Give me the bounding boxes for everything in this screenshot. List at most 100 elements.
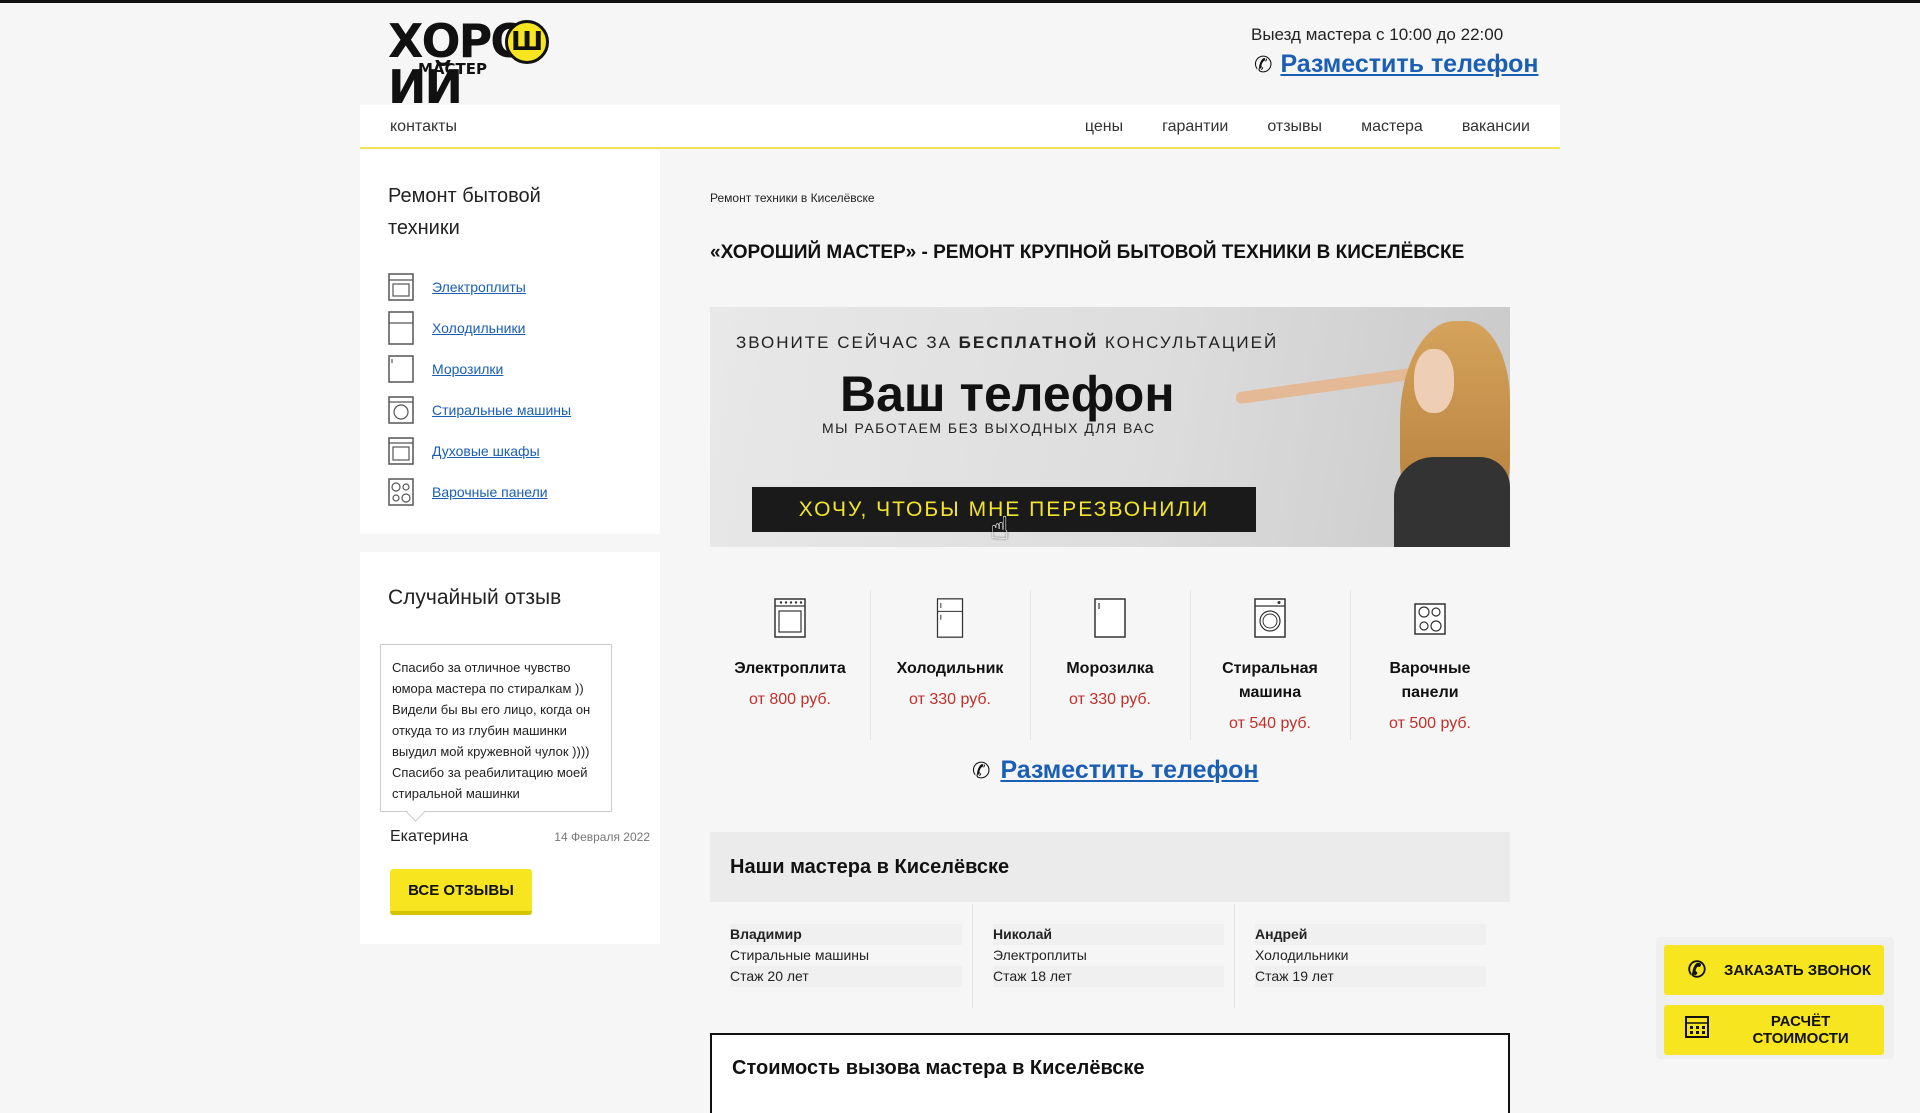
review-date: 14 Февраля 2022 (554, 830, 650, 844)
product-name: Стиральная машина (1222, 660, 1318, 701)
product-card-freezer[interactable]: Морозилка от 330 руб. (1030, 590, 1190, 740)
sidebar-link-ovens[interactable]: Духовые шкафы (432, 443, 540, 459)
product-name: Холодильник (896, 660, 1004, 677)
call-cost-title: Стоимость вызова мастера в Киселёвске (732, 1057, 1145, 1079)
product-price: от 330 руб. (1069, 691, 1151, 708)
master-name: Николай (993, 924, 1224, 945)
product-price: от 500 руб. (1389, 715, 1471, 732)
nav-vacancies[interactable]: вакансии (1462, 118, 1530, 136)
freezer-icon (1094, 598, 1126, 638)
master-specialty: Электроплиты (993, 947, 1087, 963)
banner-woman-body (1394, 457, 1510, 547)
banner-subtext: МЫ РАБОТАЕМ БЕЗ ВЫХОДНЫХ ДЛЯ ВАС (822, 420, 1156, 436)
product-card-washer[interactable]: Стиральная машина от 540 руб. (1190, 590, 1350, 740)
masters-title: Наши мастера в Киселёвске (730, 856, 1010, 878)
phone-icon: ✆ (972, 757, 991, 783)
hob-icon (1414, 603, 1446, 635)
sidebar-link-freezers[interactable]: Морозилки (432, 361, 503, 377)
banner-woman-face (1414, 349, 1454, 413)
product-name: Морозилка (1066, 660, 1154, 677)
review-text: Спасибо за отличное чувство юмора мастер… (380, 644, 612, 812)
header-phone: ✆ Разместить телефон (1254, 50, 1538, 79)
nav-prices[interactable]: цены (1085, 118, 1123, 136)
product-card-stove[interactable]: Электроплита от 800 руб. (710, 590, 870, 740)
calculator-icon (1684, 1016, 1709, 1044)
sidebar-item-fridges[interactable]: Холодильники (388, 307, 571, 348)
product-price: от 800 руб. (749, 691, 831, 708)
washing-machine-icon (388, 395, 414, 424)
product-name: Варочные панели (1389, 660, 1471, 701)
phone-icon: ✆ (1254, 51, 1273, 77)
floating-actions: ✆ ЗАКАЗАТЬ ЗВОНОК РАСЧЁТ СТОИМОСТИ (1656, 937, 1894, 1059)
electric-stove-icon (774, 598, 806, 638)
banner-phone-placeholder: Ваш телефон (840, 366, 1175, 422)
nav-menu: цены гарантии отзывы мастера вакансии (1085, 118, 1530, 136)
sidebar-item-ovens[interactable]: Духовые шкафы (388, 430, 571, 471)
masters-header: Наши мастера в Киселёвске (710, 832, 1510, 902)
product-price: от 540 руб. (1229, 715, 1311, 732)
nav-guarantees[interactable]: гарантии (1162, 118, 1228, 136)
all-reviews-button[interactable]: ВСЕ ОТЗЫВЫ (390, 869, 532, 915)
master-card: Николай Электроплиты Стаж 18 лет (972, 904, 1234, 1008)
sidebar-item-hobs[interactable]: Варочные панели (388, 471, 571, 512)
nav-contacts[interactable]: контакты (390, 118, 457, 136)
cost-calc-label: РАСЧЁТ СТОИМОСТИ (1752, 1013, 1849, 1047)
sidebar-link-washers[interactable]: Стиральные машины (432, 402, 571, 418)
freezer-icon (388, 354, 414, 383)
content-phone: ✆ Разместить телефон (972, 756, 1258, 785)
logo-sub-text: МАСТЕР (418, 60, 488, 78)
fridge-icon (936, 598, 964, 638)
top-border-line (0, 0, 1920, 3)
callback-banner: ЗВОНИТЕ СЕЙЧАС ЗА БЕСПЛАТНОЙ КОНСУЛЬТАЦИ… (710, 307, 1510, 547)
master-specialty: Холодильники (1255, 947, 1349, 963)
order-call-label: ЗАКАЗАТЬ ЗВОНОК (1724, 961, 1871, 979)
washing-machine-icon (1254, 598, 1286, 638)
master-experience: Стаж 19 лет (1255, 966, 1486, 987)
master-card: Владимир Стиральные машины Стаж 20 лет (710, 904, 972, 1008)
logo-wrench-icon: Ш (505, 20, 549, 64)
sidebar-title: Ремонт бытовой техники (388, 185, 541, 239)
oven-icon (388, 436, 414, 465)
product-price: от 330 руб. (909, 691, 991, 708)
review-title: Случайный отзыв (388, 586, 562, 609)
header-phone-link[interactable]: Разместить телефон (1280, 50, 1538, 79)
sidebar-categories: Ремонт бытовой техники Электроплиты Холо… (360, 150, 660, 534)
random-review: Случайный отзыв Спасибо за отличное чувс… (360, 552, 660, 944)
order-call-button[interactable]: ✆ ЗАКАЗАТЬ ЗВОНОК (1664, 945, 1884, 995)
main-nav: контакты цены гарантии отзывы мастера ва… (360, 105, 1560, 149)
banner-woman-arm (1235, 367, 1415, 405)
master-name: Андрей (1255, 924, 1486, 945)
review-author: Екатерина (390, 828, 469, 845)
breadcrumb: Ремонт техники в Киселёвске (710, 191, 875, 205)
nav-reviews[interactable]: отзывы (1267, 118, 1322, 136)
fridge-icon (388, 310, 414, 345)
work-hours: Выезд мастера с 10:00 до 22:00 (1251, 25, 1504, 44)
pointer-hand-icon: ☝ (990, 510, 1010, 546)
sidebar-link-fridges[interactable]: Холодильники (432, 320, 525, 336)
site-logo[interactable]: ХОРОИЙ Ш МАСТЕР (388, 18, 614, 110)
sidebar-item-washers[interactable]: Стиральные машины (388, 389, 571, 430)
sidebar-link-hobs[interactable]: Варочные панели (432, 484, 548, 500)
sidebar-item-freezers[interactable]: Морозилки (388, 348, 571, 389)
page-title: «ХОРОШИЙ МАСТЕР» - РЕМОНТ КРУПНОЙ БЫТОВО… (710, 242, 1465, 263)
product-card-hob[interactable]: Варочные панели от 500 руб. (1350, 590, 1510, 740)
banner-top-text: ЗВОНИТЕ СЕЙЧАС ЗА БЕСПЛАТНОЙ КОНСУЛЬТАЦИ… (736, 333, 1279, 352)
product-name: Электроплита (734, 660, 846, 677)
masters-list: Владимир Стиральные машины Стаж 20 лет Н… (710, 904, 1510, 1008)
sidebar-list: Электроплиты Холодильники Морозилки Стир… (388, 266, 571, 512)
master-experience: Стаж 20 лет (730, 966, 962, 987)
content-phone-link[interactable]: Разместить телефон (1000, 756, 1258, 785)
master-name: Владимир (730, 924, 962, 945)
master-card: Андрей Холодильники Стаж 19 лет (1234, 904, 1496, 1008)
master-experience: Стаж 18 лет (993, 966, 1224, 987)
call-cost-section: Стоимость вызова мастера в Киселёвске (710, 1033, 1510, 1113)
phone-icon: ✆ (1687, 957, 1707, 982)
cost-calc-button[interactable]: РАСЧЁТ СТОИМОСТИ (1664, 1005, 1884, 1055)
electric-stove-icon (388, 272, 414, 301)
product-prices: Электроплита от 800 руб. Холодильник от … (710, 590, 1510, 740)
sidebar-item-stoves[interactable]: Электроплиты (388, 266, 571, 307)
master-specialty: Стиральные машины (730, 947, 870, 963)
nav-masters[interactable]: мастера (1361, 118, 1423, 136)
sidebar-link-stoves[interactable]: Электроплиты (432, 279, 526, 295)
product-card-fridge[interactable]: Холодильник от 330 руб. (870, 590, 1030, 740)
